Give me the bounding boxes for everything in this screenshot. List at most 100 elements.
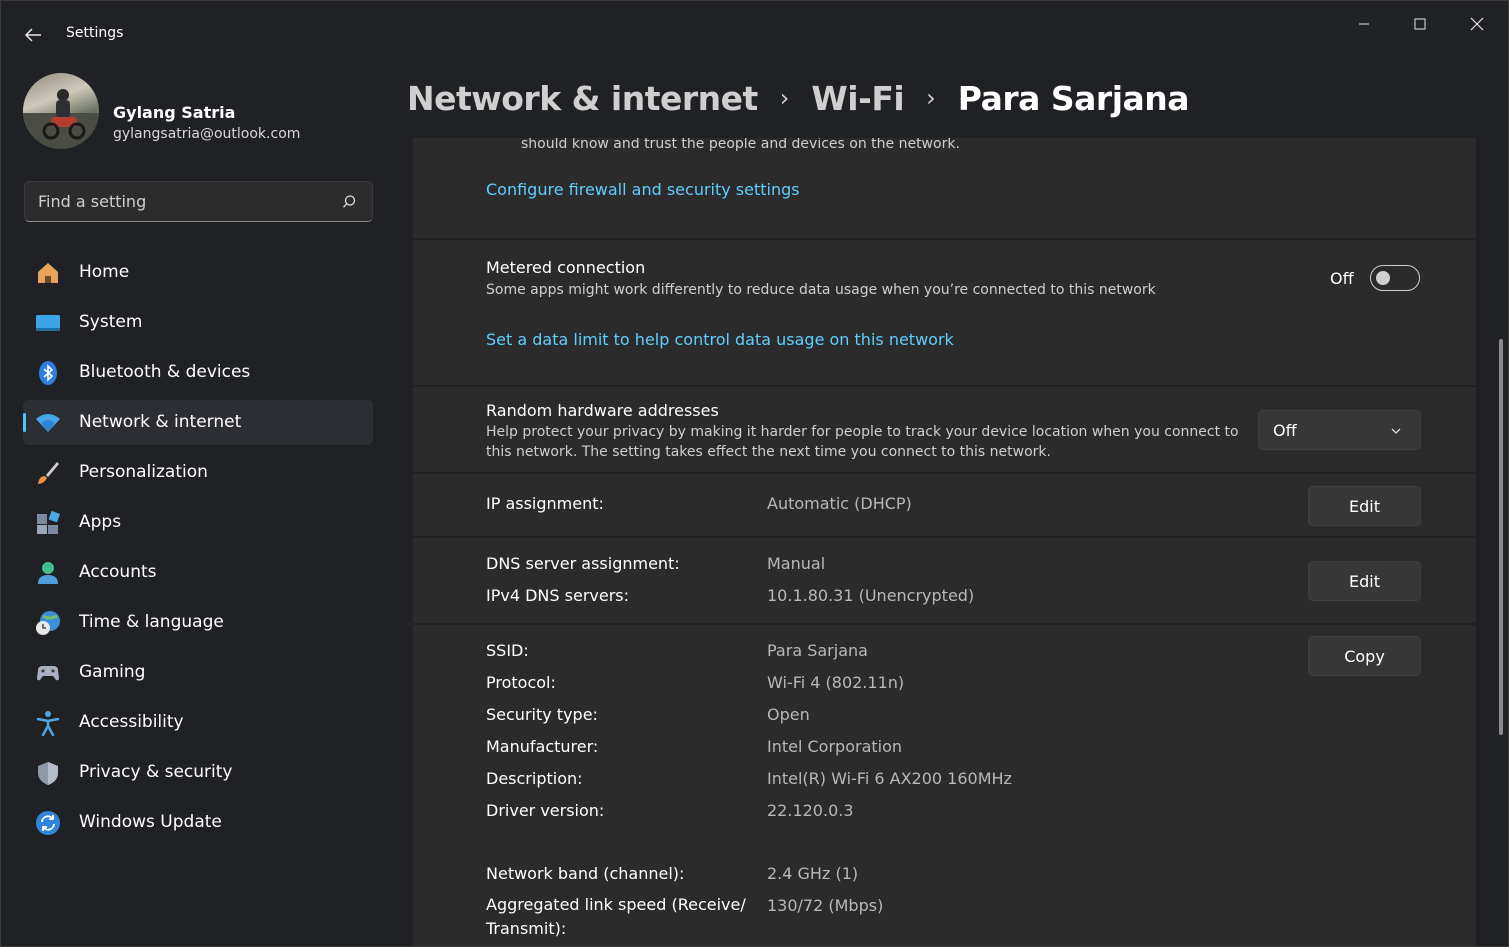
metered-toggle-state: Off (1330, 269, 1354, 288)
firewall-text: should know and trust the people and dev… (521, 138, 960, 152)
metered-title: Metered connection (486, 258, 646, 277)
chevron-right-icon: › (926, 84, 936, 112)
brush-icon (35, 460, 61, 486)
sidebar-item-label: Accounts (79, 562, 157, 582)
data-limit-link[interactable]: Set a data limit to help control data us… (486, 330, 954, 349)
user-profile[interactable]: Gylang Satria gylangsatria@outlook.com (23, 73, 383, 153)
ssid-label: SSID: (486, 641, 529, 660)
settings-window: Settings Gylang Satria gylangsatria@outl… (0, 0, 1509, 947)
content-area: should know and trust the people and dev… (413, 138, 1476, 946)
network-band-value: 2.4 GHz (1) (767, 864, 859, 883)
active-indicator (23, 413, 26, 432)
profile-name: Gylang Satria (113, 103, 236, 122)
chevron-down-icon (1391, 428, 1401, 434)
sidebar-item-accessibility[interactable]: Accessibility (23, 700, 373, 745)
link-speed-label-2: Transmit): (486, 919, 567, 938)
sidebar-item-network[interactable]: Network & internet (23, 400, 373, 445)
dns-card: DNS server assignment: Manual IPv4 DNS s… (413, 538, 1476, 623)
minimize-button[interactable] (1341, 9, 1387, 39)
dns-edit-button[interactable]: Edit (1308, 561, 1421, 601)
account-icon (35, 560, 61, 586)
dropdown-value: Off (1273, 421, 1297, 440)
ip-edit-button[interactable]: Edit (1308, 486, 1421, 526)
gamepad-icon (35, 660, 61, 686)
title-bar: Settings (1, 1, 1508, 45)
shield-icon (35, 760, 61, 786)
sidebar: Gylang Satria gylangsatria@outlook.com F… (1, 61, 396, 946)
profile-email: gylangsatria@outlook.com (113, 126, 301, 142)
network-properties-card: Copy SSID: Para Sarjana Protocol: Wi-Fi … (413, 625, 1476, 946)
security-type-value: Open (767, 705, 810, 724)
description-label: Description: (486, 769, 583, 788)
maximize-button[interactable] (1397, 9, 1443, 39)
scrollbar[interactable] (1499, 339, 1503, 735)
firewall-card: should know and trust the people and dev… (413, 138, 1476, 238)
dns-assignment-label: DNS server assignment: (486, 554, 680, 573)
ip-assignment-label: IP assignment: (486, 494, 604, 513)
ip-assignment-card: IP assignment: Automatic (DHCP) Edit (413, 474, 1476, 536)
maximize-icon (1414, 18, 1426, 30)
back-button[interactable] (19, 21, 47, 49)
sidebar-item-gaming[interactable]: Gaming (23, 650, 373, 695)
update-icon (35, 810, 61, 836)
sidebar-item-apps[interactable]: Apps (23, 500, 373, 545)
back-arrow-icon (24, 28, 41, 42)
sidebar-item-label: System (79, 312, 143, 332)
sidebar-item-label: Gaming (79, 662, 146, 682)
sidebar-item-label: Privacy & security (79, 762, 233, 782)
breadcrumb: Network & internet › Wi-Fi › Para Sarjan… (407, 75, 1190, 121)
sidebar-item-label: Bluetooth & devices (79, 362, 251, 382)
random-hw-description-2: this network. The setting takes effect t… (486, 444, 1051, 460)
breadcrumb-wifi[interactable]: Wi-Fi (811, 79, 904, 118)
ipv4-dns-label: IPv4 DNS servers: (486, 586, 630, 605)
metered-description: Some apps might work differently to redu… (486, 282, 1156, 298)
accessibility-icon (35, 710, 61, 736)
chevron-right-icon: › (779, 84, 790, 112)
toggle-knob (1376, 271, 1390, 285)
close-button[interactable] (1454, 9, 1500, 39)
random-hw-title: Random hardware addresses (486, 401, 719, 420)
sidebar-item-windows-update[interactable]: Windows Update (23, 800, 373, 845)
driver-version-label: Driver version: (486, 801, 605, 820)
ip-assignment-value: Automatic (DHCP) (767, 494, 912, 513)
security-type-label: Security type: (486, 705, 598, 724)
avatar-image (23, 89, 99, 149)
sidebar-item-system[interactable]: System (23, 300, 373, 345)
sidebar-item-time-language[interactable]: Time & language (23, 600, 373, 645)
copy-button[interactable]: Copy (1308, 636, 1421, 676)
manufacturer-label: Manufacturer: (486, 737, 599, 756)
dns-assignment-value: Manual (767, 554, 826, 573)
description-value: Intel(R) Wi-Fi 6 AX200 160MHz (767, 769, 1012, 788)
bluetooth-icon (35, 360, 61, 386)
ssid-value: Para Sarjana (767, 641, 868, 660)
sidebar-item-privacy[interactable]: Privacy & security (23, 750, 373, 795)
home-icon (35, 260, 61, 286)
nav-list: Home System Bluetooth & devices Network … (23, 250, 373, 850)
metered-connection-card: Metered connection Some apps might work … (413, 240, 1476, 385)
globe-clock-icon (35, 610, 61, 636)
link-speed-value: 130/72 (Mbps) (767, 896, 884, 915)
sidebar-item-bluetooth[interactable]: Bluetooth & devices (23, 350, 373, 395)
search-box[interactable]: Find a setting (24, 181, 373, 222)
page-title: Para Sarjana (957, 78, 1190, 118)
protocol-label: Protocol: (486, 673, 556, 692)
search-icon (343, 195, 356, 208)
random-hw-dropdown[interactable]: Off (1258, 410, 1421, 450)
sidebar-item-accounts[interactable]: Accounts (23, 550, 373, 595)
sidebar-item-label: Network & internet (79, 412, 242, 432)
network-band-label: Network band (channel): (486, 864, 685, 883)
sidebar-item-label: Windows Update (79, 812, 222, 832)
random-hardware-card: Random hardware addresses Help protect y… (413, 387, 1476, 472)
ipv4-dns-value: 10.1.80.31 (Unencrypted) (767, 586, 975, 605)
random-hw-description-1: Help protect your privacy by making it h… (486, 424, 1239, 440)
sidebar-item-label: Home (79, 262, 130, 282)
sidebar-item-label: Apps (79, 512, 122, 532)
manufacturer-value: Intel Corporation (767, 737, 903, 756)
breadcrumb-network-internet[interactable]: Network & internet (407, 79, 758, 118)
configure-firewall-link[interactable]: Configure firewall and security settings (486, 180, 800, 199)
search-input[interactable]: Find a setting (38, 192, 146, 211)
metered-toggle[interactable] (1370, 265, 1420, 291)
sidebar-item-personalization[interactable]: Personalization (23, 450, 373, 495)
sidebar-item-home[interactable]: Home (23, 250, 373, 295)
close-icon (1470, 17, 1484, 31)
